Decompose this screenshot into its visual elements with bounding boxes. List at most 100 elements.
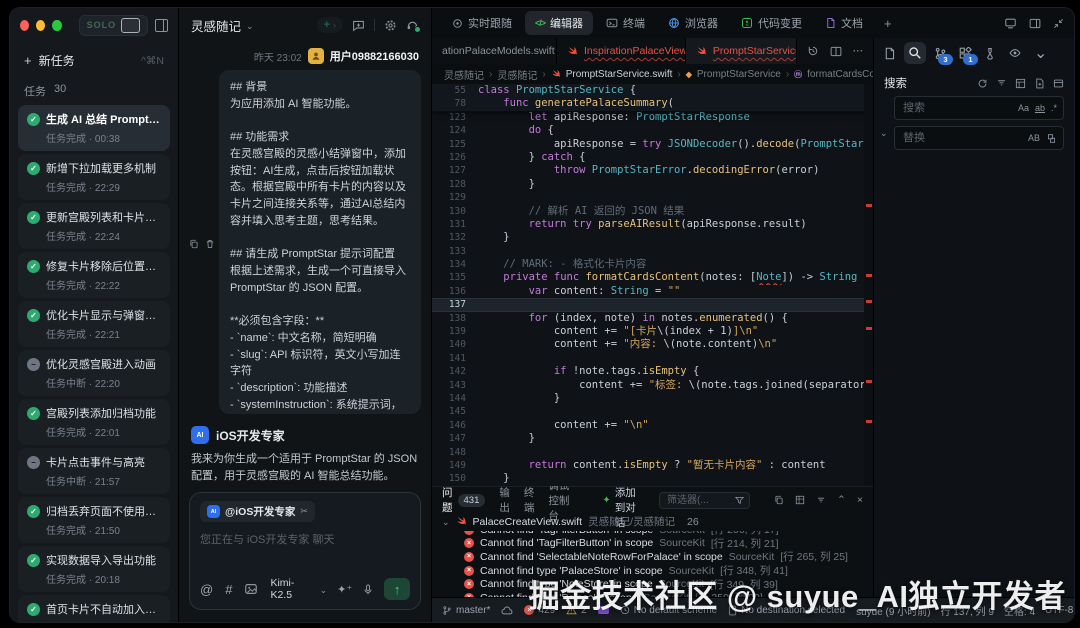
maximize-panel-icon[interactable]: ⌃: [837, 494, 846, 506]
chat-input-placeholder[interactable]: 您正在与 iOS开发专家 聊天: [200, 531, 410, 547]
agent-mention-chip[interactable]: AI @iOS开发专家 ✂: [200, 501, 315, 522]
task-card[interactable]: ✓ 生成 AI 总结 PromptStar 配置 任务完成 · 00:38: [18, 105, 170, 151]
minimize-window-button[interactable]: [36, 19, 46, 31]
file-history-icon[interactable]: [807, 45, 819, 57]
task-card[interactable]: ✓ 新增下拉加载更多机制 任务完成 · 22:29: [18, 154, 170, 200]
task-card[interactable]: ✓ 实现数据导入导出功能 任务完成 · 20:18: [18, 546, 170, 592]
problem-row[interactable]: × Cannot find 'TagFilterButton' in scope…: [432, 537, 873, 551]
sync-status[interactable]: [501, 606, 513, 615]
problems-filter-box[interactable]: [659, 491, 751, 509]
add-tab-button[interactable]: +: [876, 16, 900, 31]
microphone-icon[interactable]: [362, 583, 374, 596]
open-in-editor-icon[interactable]: [1015, 78, 1026, 89]
error-count[interactable]: × 429: [524, 605, 555, 616]
tab-live-follow[interactable]: 实时跟随: [442, 11, 522, 35]
file-tab-viewmodel[interactable]: InspirationPalaceViewModel.swift: [557, 38, 686, 64]
chat-input-box[interactable]: AI @iOS开发专家 ✂ 您正在与 iOS开发专家 聊天 @ # Kimi-K…: [189, 492, 421, 610]
tab-docs[interactable]: 文档: [815, 11, 873, 35]
split-editor-icon[interactable]: [830, 46, 842, 57]
close-window-button[interactable]: [20, 19, 30, 31]
refresh-icon[interactable]: [977, 78, 988, 89]
hashtag-icon[interactable]: #: [225, 582, 232, 597]
extensions-icon[interactable]: 1: [959, 46, 978, 65]
file-tab-palace-models[interactable]: ationPalaceModels.swift: [432, 38, 557, 64]
user-message-bubble[interactable]: ## 背景 为应用添加 AI 智能功能。 ## 功能需求 在灵感宫殿的灵感小结弹…: [219, 70, 421, 414]
tab-output[interactable]: 输出: [499, 485, 510, 515]
chat-title[interactable]: 灵感随记: [191, 16, 241, 35]
copy-all-icon[interactable]: [774, 495, 784, 505]
preview-eye-icon[interactable]: [1008, 47, 1022, 59]
tab-browser[interactable]: 浏览器: [658, 11, 728, 35]
regex-icon[interactable]: .*: [1051, 103, 1057, 113]
overview-ruler[interactable]: [864, 84, 873, 486]
replace-input[interactable]: [901, 131, 1028, 145]
task-card[interactable]: ✓ 优化卡片显示与弹窗交互 任务完成 · 22:21: [18, 301, 170, 347]
code-editor[interactable]: 55 class PromptStarService {78 func gener…: [432, 84, 873, 486]
destination-status[interactable]: No destination selected: [728, 605, 845, 616]
indentation-status[interactable]: 空格: 4: [1004, 603, 1035, 618]
copy-icon[interactable]: [189, 74, 199, 414]
model-selector[interactable]: Kimi-K2.5 ⌄: [270, 577, 327, 601]
more-actions-icon[interactable]: ⋯: [853, 45, 864, 57]
task-card[interactable]: ✓ 归档丢弃页面不使用首页搜... 任务完成 · 21:50: [18, 497, 170, 543]
mention-at-icon[interactable]: @: [200, 582, 213, 597]
problem-row[interactable]: × Cannot find type 'NoteStore' in scope …: [432, 577, 873, 591]
view-as-table-icon[interactable]: [795, 495, 805, 505]
task-card[interactable]: ✓ 首页卡片不自动加入宫殿 任务完成 · 20:14: [18, 595, 170, 622]
problems-file-group[interactable]: ⌄ PalaceCreateView.swift 灵感随记/灵感随记 26: [432, 513, 873, 531]
attach-image-icon[interactable]: [244, 582, 258, 596]
whole-word-icon[interactable]: ab: [1035, 103, 1045, 113]
settings-gear-icon[interactable]: [384, 19, 397, 32]
search-icon[interactable]: [904, 42, 926, 64]
new-task-button[interactable]: + 新任务 ^⌘N: [20, 46, 168, 75]
new-chat-icon[interactable]: [352, 19, 365, 32]
device-preview-icon[interactable]: [1004, 18, 1017, 29]
tab-code-changes[interactable]: 代码变更: [731, 11, 812, 35]
chevron-down-icon[interactable]: ⌄: [246, 21, 254, 32]
enhance-prompt-icon[interactable]: ✦⁺: [337, 583, 352, 596]
problem-row[interactable]: × Cannot find 'SelectableNoteRowForPalac…: [432, 550, 873, 564]
test-flask-icon[interactable]: [984, 47, 996, 60]
git-branch-status[interactable]: master*: [442, 605, 490, 616]
solo-mode-badge[interactable]: SOLO: [78, 14, 149, 36]
layout-panel-icon[interactable]: [1029, 18, 1041, 29]
blame-author[interactable]: suyue (9 小时前): [856, 603, 930, 618]
tab-terminal-panel[interactable]: 终端: [524, 485, 535, 515]
problem-row[interactable]: × Cannot find type 'PalaceStore' in scop…: [432, 564, 873, 578]
task-card[interactable]: − 优化灵感宫殿进入动画 任务中断 · 22:20: [18, 350, 170, 396]
file-tab-promptstar-service[interactable]: PromptStarService.swift ×: [685, 38, 797, 64]
tab-editor[interactable]: </> 编辑器: [525, 11, 594, 35]
tab-terminal[interactable]: 终端: [596, 11, 655, 35]
task-card[interactable]: − 卡片点击事件与高亮 任务中断 · 21:57: [18, 448, 170, 494]
expand-details-icon[interactable]: [1053, 78, 1064, 89]
delete-icon[interactable]: [205, 74, 215, 414]
encoding-status[interactable]: UTF-8: [1045, 605, 1073, 616]
problems-filter-input[interactable]: [665, 493, 732, 507]
scissors-icon[interactable]: ✂: [300, 506, 308, 517]
toggle-replace-icon[interactable]: ⌄: [880, 128, 888, 139]
sidebar-toggle-icon[interactable]: [155, 18, 168, 32]
task-card[interactable]: ✓ 宫殿列表添加归档功能 任务完成 · 22:01: [18, 399, 170, 445]
source-control-icon[interactable]: 3: [934, 47, 953, 65]
new-search-editor-icon[interactable]: [1034, 78, 1045, 89]
warning-count[interactable]: 2: [566, 605, 587, 616]
task-card[interactable]: ✓ 更新宫殿列表和卡片数量 任务完成 · 22:24: [18, 203, 170, 249]
zoom-window-button[interactable]: [52, 19, 62, 31]
close-panel-icon[interactable]: ×: [857, 494, 863, 506]
breadcrumb[interactable]: 灵感随记 › 灵感随记 › PromptStarService.swift › …: [432, 64, 873, 84]
match-case-icon[interactable]: Aa: [1018, 103, 1029, 113]
new-session-pill[interactable]: + ›: [316, 17, 343, 33]
collapse-icon[interactable]: [1053, 18, 1064, 29]
cursor-position[interactable]: 行 137, 列 9: [941, 603, 994, 618]
send-button[interactable]: ↑: [384, 578, 410, 600]
chat-scroll-area[interactable]: 昨天 23:02 用户09882166030 ## 背景 为应用添加 AI 智能…: [179, 42, 431, 484]
search-input[interactable]: [901, 101, 1018, 115]
tab-problems[interactable]: 问题 431: [442, 485, 486, 515]
replace-all-icon[interactable]: [1046, 133, 1057, 144]
support-headset-icon[interactable]: [406, 19, 421, 33]
plugin-status-icon[interactable]: [597, 606, 609, 614]
scheme-status[interactable]: No default scheme: [620, 605, 717, 616]
explorer-file-icon[interactable]: [883, 47, 896, 60]
chevron-down-icon[interactable]: ⌄: [1034, 43, 1047, 63]
preserve-case-icon[interactable]: AB: [1028, 133, 1040, 143]
